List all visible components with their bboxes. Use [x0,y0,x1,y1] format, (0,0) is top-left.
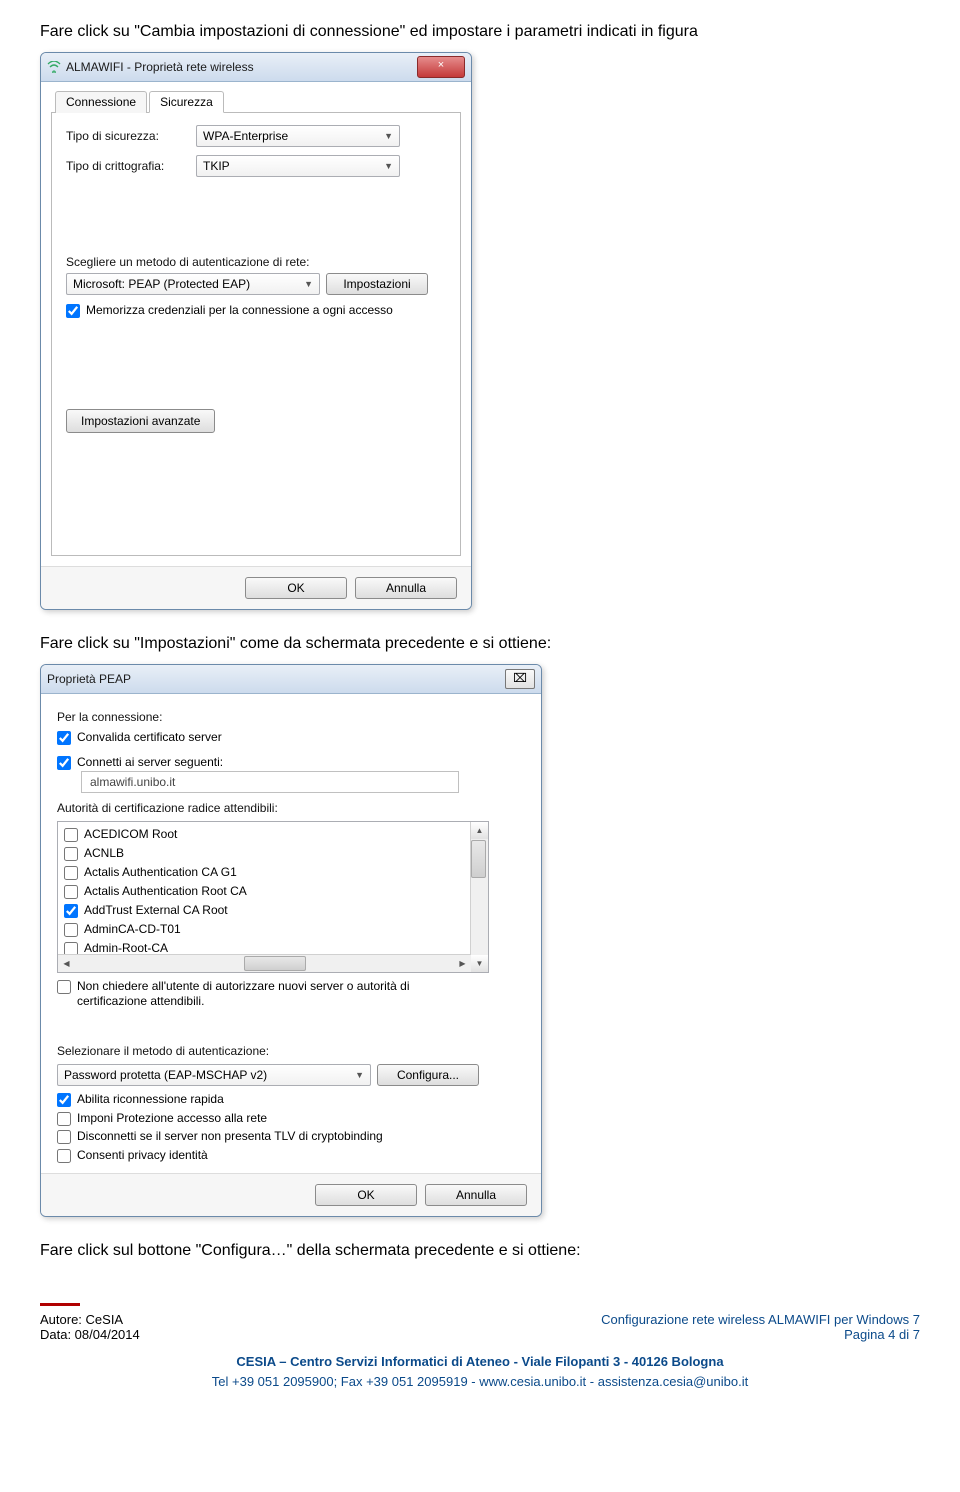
trusted-ca-listbox[interactable]: ACEDICOM Root ACNLB Actalis Authentication… [57,821,489,973]
ok-button[interactable]: OK [245,577,347,599]
checkbox-remember-credentials[interactable] [66,304,80,318]
footer-separator [40,1303,80,1306]
dialog2-titlebar[interactable]: Proprietà PEAP ⌧ [41,665,541,694]
combo-peap-auth-method[interactable]: Password protetta (EAP-MSCHAP v2) ▼ [57,1064,371,1086]
label-trusted-root-ca: Autorità di certificazione radice attend… [57,801,525,815]
checkbox-disconnect-tlv[interactable] [57,1130,71,1144]
dialog1-titlebar[interactable]: ALMAWIFI - Proprietà rete wireless × [41,53,471,82]
ca-item-checkbox[interactable] [64,904,78,918]
ca-list-item[interactable]: ACNLB [64,844,482,863]
footer-org-line: CESIA – Centro Servizi Informatici di At… [236,1354,723,1369]
footer-page-number: Pagina 4 di 7 [601,1327,920,1342]
page-footer: Autore: CeSIA Data: 08/04/2014 Configura… [40,1312,920,1391]
label-identity-privacy: Consenti privacy identità [77,1148,208,1164]
checkbox-no-prompt[interactable] [57,980,71,994]
ca-list-item[interactable]: AddTrust External CA Root [64,901,482,920]
footer-contact-line: Tel +39 051 2095900; Fax +39 051 2095919… [40,1372,920,1392]
label-auth-method: Scegliere un metodo di autenticazione di… [66,255,446,269]
ca-list-item[interactable]: ACEDICOM Root [64,825,482,844]
configure-button[interactable]: Configura... [377,1064,479,1086]
chevron-down-icon: ▼ [355,1070,364,1080]
ca-item-checkbox[interactable] [64,866,78,880]
dialog1-title: ALMAWIFI - Proprietà rete wireless [66,60,254,74]
vertical-scrollbar[interactable]: ▲ ▼ [470,822,488,972]
wifi-icon [47,61,61,73]
checkbox-validate-cert[interactable] [57,731,71,745]
label-connect-servers: Connetti ai server seguenti: [77,755,223,771]
chevron-down-icon: ▼ [384,131,393,141]
scroll-right-icon[interactable]: ▶ [454,959,471,968]
dialog-almawifi-properties: ALMAWIFI - Proprietà rete wireless × Con… [40,52,472,610]
scroll-thumb[interactable] [471,840,486,878]
chevron-down-icon: ▼ [304,279,313,289]
ca-item-label: ACNLB [84,846,124,860]
ca-item-checkbox[interactable] [64,828,78,842]
scroll-left-icon[interactable]: ◀ [58,959,75,968]
advanced-settings-button[interactable]: Impostazioni avanzate [66,409,215,433]
ca-list-item[interactable]: Actalis Authentication CA G1 [64,863,482,882]
combo-security-type-value: WPA-Enterprise [203,129,288,143]
ca-item-label: AdminCA-CD-T01 [84,922,181,936]
instruction-2: Fare click su "Impostazioni" come da sch… [40,632,920,656]
footer-date: Data: 08/04/2014 [40,1327,140,1342]
ok-button[interactable]: OK [315,1184,417,1206]
close-button[interactable]: × [417,56,465,78]
label-enforce-nap: Imponi Protezione accesso alla rete [77,1111,267,1127]
scroll-up-icon[interactable]: ▲ [471,822,488,839]
ca-item-checkbox[interactable] [64,847,78,861]
combo-encryption-type-value: TKIP [203,159,230,173]
hscroll-thumb[interactable] [244,956,306,971]
ca-item-checkbox[interactable] [64,923,78,937]
tab-sicurezza[interactable]: Sicurezza [149,91,224,113]
checkbox-identity-privacy[interactable] [57,1149,71,1163]
combo-auth-method-value: Microsoft: PEAP (Protected EAP) [73,277,250,291]
label-fast-reconnect: Abilita riconnessione rapida [77,1092,224,1108]
combo-auth-method[interactable]: Microsoft: PEAP (Protected EAP) ▼ [66,273,320,295]
ca-item-label: AddTrust External CA Root [84,903,228,917]
label-security-type: Tipo di sicurezza: [66,129,196,143]
tab-connessione[interactable]: Connessione [55,91,147,113]
instruction-3: Fare click sul bottone "Configura…" dell… [40,1239,920,1263]
ca-item-checkbox[interactable] [64,885,78,899]
footer-author: Autore: CeSIA [40,1312,140,1327]
chevron-down-icon: ▼ [384,161,393,171]
checkbox-fast-reconnect[interactable] [57,1093,71,1107]
cancel-button[interactable]: Annulla [425,1184,527,1206]
server-name-field[interactable]: almawifi.unibo.it [81,771,459,793]
dialog2-title: Proprietà PEAP [47,672,131,686]
combo-encryption-type[interactable]: TKIP ▼ [196,155,400,177]
close-button[interactable]: ⌧ [505,669,535,689]
label-select-auth-method: Selezionare il metodo di autenticazione: [57,1044,525,1058]
ca-list-item[interactable]: Actalis Authentication Root CA [64,882,482,901]
cancel-button[interactable]: Annulla [355,577,457,599]
combo-peap-auth-method-value: Password protetta (EAP-MSCHAP v2) [64,1068,267,1082]
ca-item-label: Actalis Authentication CA G1 [84,865,237,879]
instruction-1: Fare click su "Cambia impostazioni di co… [40,20,920,44]
label-remember-credentials: Memorizza credenziali per la connessione… [86,303,393,319]
dialog-peap-properties: Proprietà PEAP ⌧ Per la connessione: Con… [40,664,542,1218]
combo-security-type[interactable]: WPA-Enterprise ▼ [196,125,400,147]
checkbox-enforce-nap[interactable] [57,1112,71,1126]
checkbox-connect-servers[interactable] [57,756,71,770]
horizontal-scrollbar[interactable]: ◀ ▶ [58,954,471,972]
label-disconnect-tlv: Disconnetti se il server non presenta TL… [77,1129,383,1145]
footer-doc-title: Configurazione rete wireless ALMAWIFI pe… [601,1312,920,1327]
label-for-connection: Per la connessione: [57,710,525,724]
settings-button[interactable]: Impostazioni [326,273,428,295]
ca-item-label: ACEDICOM Root [84,827,177,841]
label-validate-cert: Convalida certificato server [77,730,222,746]
label-no-prompt: Non chiedere all'utente di autorizzare n… [77,979,477,1010]
label-encryption-type: Tipo di crittografia: [66,159,196,173]
scroll-down-icon[interactable]: ▼ [471,955,488,972]
ca-list-item[interactable]: AdminCA-CD-T01 [64,920,482,939]
ca-item-label: Actalis Authentication Root CA [84,884,247,898]
